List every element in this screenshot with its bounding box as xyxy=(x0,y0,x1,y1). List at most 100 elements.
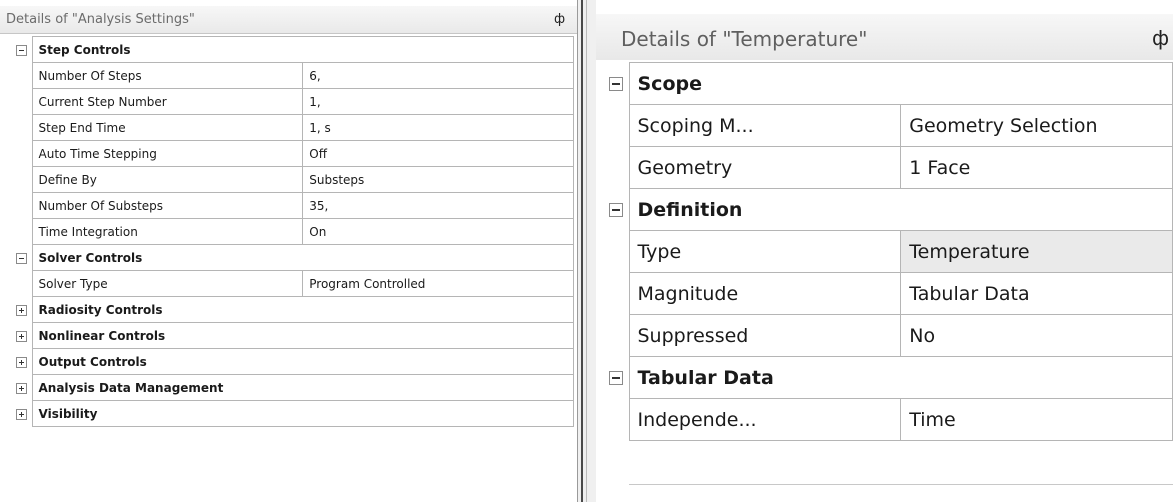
property-value[interactable]: 6, xyxy=(302,62,574,89)
toggle-cell xyxy=(604,62,630,105)
property-row-define-by[interactable]: Define By Substeps xyxy=(12,166,574,193)
indent-cell xyxy=(12,88,33,115)
category-row-visibility[interactable]: Visibility xyxy=(12,400,574,427)
category-row-nonlinear-controls[interactable]: Nonlinear Controls xyxy=(12,322,574,349)
property-value[interactable]: No xyxy=(900,314,1173,357)
analysis-settings-title-bar: Details of "Analysis Settings" ф xyxy=(0,6,577,34)
property-row-step-end-time[interactable]: Step End Time 1, s xyxy=(12,114,574,141)
property-label: Independe... xyxy=(628,398,902,441)
property-label: Auto Time Stepping xyxy=(31,140,304,167)
category-label: Nonlinear Controls xyxy=(31,322,574,349)
property-row-number-of-steps[interactable]: Number Of Steps 6, xyxy=(12,62,574,89)
property-label: Number Of Substeps xyxy=(31,192,304,219)
temperature-title-bar: Details of "Temperature" ф xyxy=(596,14,1173,60)
collapse-icon[interactable] xyxy=(16,44,28,56)
property-value[interactable]: Time xyxy=(900,398,1173,441)
indent-cell xyxy=(604,314,630,357)
toggle-cell xyxy=(12,244,33,271)
property-value[interactable]: Off xyxy=(302,140,574,167)
expand-icon[interactable] xyxy=(16,356,28,368)
indent-cell xyxy=(604,146,630,189)
collapse-icon[interactable] xyxy=(609,371,624,385)
property-row-independe[interactable]: Independe... Time xyxy=(604,398,1173,441)
category-label: Solver Controls xyxy=(31,244,574,271)
category-label: Step Controls xyxy=(31,36,574,63)
property-value[interactable]: Substeps xyxy=(302,166,574,193)
property-value[interactable]: Temperature xyxy=(900,230,1173,273)
category-row-output-controls[interactable]: Output Controls xyxy=(12,348,574,375)
property-row-type[interactable]: Type Temperature xyxy=(604,230,1173,273)
category-row-solver-controls[interactable]: Solver Controls xyxy=(12,244,574,271)
category-row-definition[interactable]: Definition xyxy=(604,188,1173,231)
property-row-time-integration[interactable]: Time Integration On xyxy=(12,218,574,245)
category-row-scope[interactable]: Scope xyxy=(604,62,1173,105)
expand-icon[interactable] xyxy=(16,382,28,394)
property-value[interactable]: Geometry Selection xyxy=(900,104,1173,147)
collapse-icon[interactable] xyxy=(609,77,624,91)
property-row-number-of-substeps[interactable]: Number Of Substeps 35, xyxy=(12,192,574,219)
category-label: Radiosity Controls xyxy=(31,296,574,323)
category-label: Scope xyxy=(628,62,1173,105)
collapse-icon[interactable] xyxy=(609,203,624,217)
temperature-title: Details of "Temperature" xyxy=(621,27,868,51)
grid-bottom-border xyxy=(629,484,1173,485)
indent-cell xyxy=(12,62,33,89)
property-value[interactable]: On xyxy=(302,218,574,245)
category-label: Tabular Data xyxy=(628,356,1173,399)
property-row-suppressed[interactable]: Suppressed No xyxy=(604,314,1173,357)
pin-icon[interactable]: ф xyxy=(1152,26,1169,50)
property-value[interactable]: 1 Face xyxy=(900,146,1173,189)
indent-cell xyxy=(12,218,33,245)
property-value[interactable]: 1, s xyxy=(302,114,574,141)
expand-icon[interactable] xyxy=(16,408,28,420)
indent-cell xyxy=(12,166,33,193)
indent-cell xyxy=(604,398,630,441)
category-row-step-controls[interactable]: Step Controls xyxy=(12,36,574,63)
toggle-cell xyxy=(12,348,33,375)
collapse-icon[interactable] xyxy=(16,252,28,264)
category-row-tabular-data[interactable]: Tabular Data xyxy=(604,356,1173,399)
expand-icon[interactable] xyxy=(16,330,28,342)
splitter-line xyxy=(586,0,587,502)
category-row-radiosity-controls[interactable]: Radiosity Controls xyxy=(12,296,574,323)
property-row-solver-type[interactable]: Solver Type Program Controlled xyxy=(12,270,574,297)
indent-cell xyxy=(604,272,630,315)
indent-cell xyxy=(12,270,33,297)
property-value[interactable]: 35, xyxy=(302,192,574,219)
property-label: Solver Type xyxy=(31,270,304,297)
property-label: Current Step Number xyxy=(31,88,304,115)
temperature-property-grid: Scope Scoping M... Geometry Selection Geome… xyxy=(604,62,1173,441)
property-row-current-step-number[interactable]: Current Step Number 1, xyxy=(12,88,574,115)
property-row-geometry[interactable]: Geometry 1 Face xyxy=(604,146,1173,189)
temperature-details-panel: Details of "Temperature" ф Scope Scoping … xyxy=(596,0,1173,502)
indent-cell xyxy=(12,192,33,219)
property-label: Suppressed xyxy=(628,314,902,357)
category-label: Visibility xyxy=(31,400,574,427)
property-row-auto-time-stepping[interactable]: Auto Time Stepping Off xyxy=(12,140,574,167)
toggle-cell xyxy=(12,296,33,323)
property-row-magnitude[interactable]: Magnitude Tabular Data xyxy=(604,272,1173,315)
category-row-analysis-data-management[interactable]: Analysis Data Management xyxy=(12,374,574,401)
property-value[interactable]: Tabular Data xyxy=(900,272,1173,315)
property-label: Step End Time xyxy=(31,114,304,141)
indent-cell xyxy=(604,104,630,147)
pin-icon[interactable]: ф xyxy=(554,12,565,27)
panel-splitter[interactable] xyxy=(578,0,596,502)
toggle-cell xyxy=(12,374,33,401)
property-label: Type xyxy=(628,230,902,273)
indent-cell xyxy=(12,140,33,167)
toggle-cell xyxy=(12,36,33,63)
toggle-cell xyxy=(604,188,630,231)
toggle-cell xyxy=(604,356,630,399)
splitter-line xyxy=(581,0,583,502)
property-row-scoping-m[interactable]: Scoping M... Geometry Selection xyxy=(604,104,1173,147)
property-value[interactable]: Program Controlled xyxy=(302,270,574,297)
property-label: Number Of Steps xyxy=(31,62,304,89)
property-label: Magnitude xyxy=(628,272,902,315)
property-value[interactable]: 1, xyxy=(302,88,574,115)
indent-cell xyxy=(604,230,630,273)
analysis-settings-property-grid: Step Controls Number Of Steps 6, Current St… xyxy=(12,36,574,427)
expand-icon[interactable] xyxy=(16,304,28,316)
category-label: Output Controls xyxy=(31,348,574,375)
property-label: Scoping M... xyxy=(628,104,902,147)
